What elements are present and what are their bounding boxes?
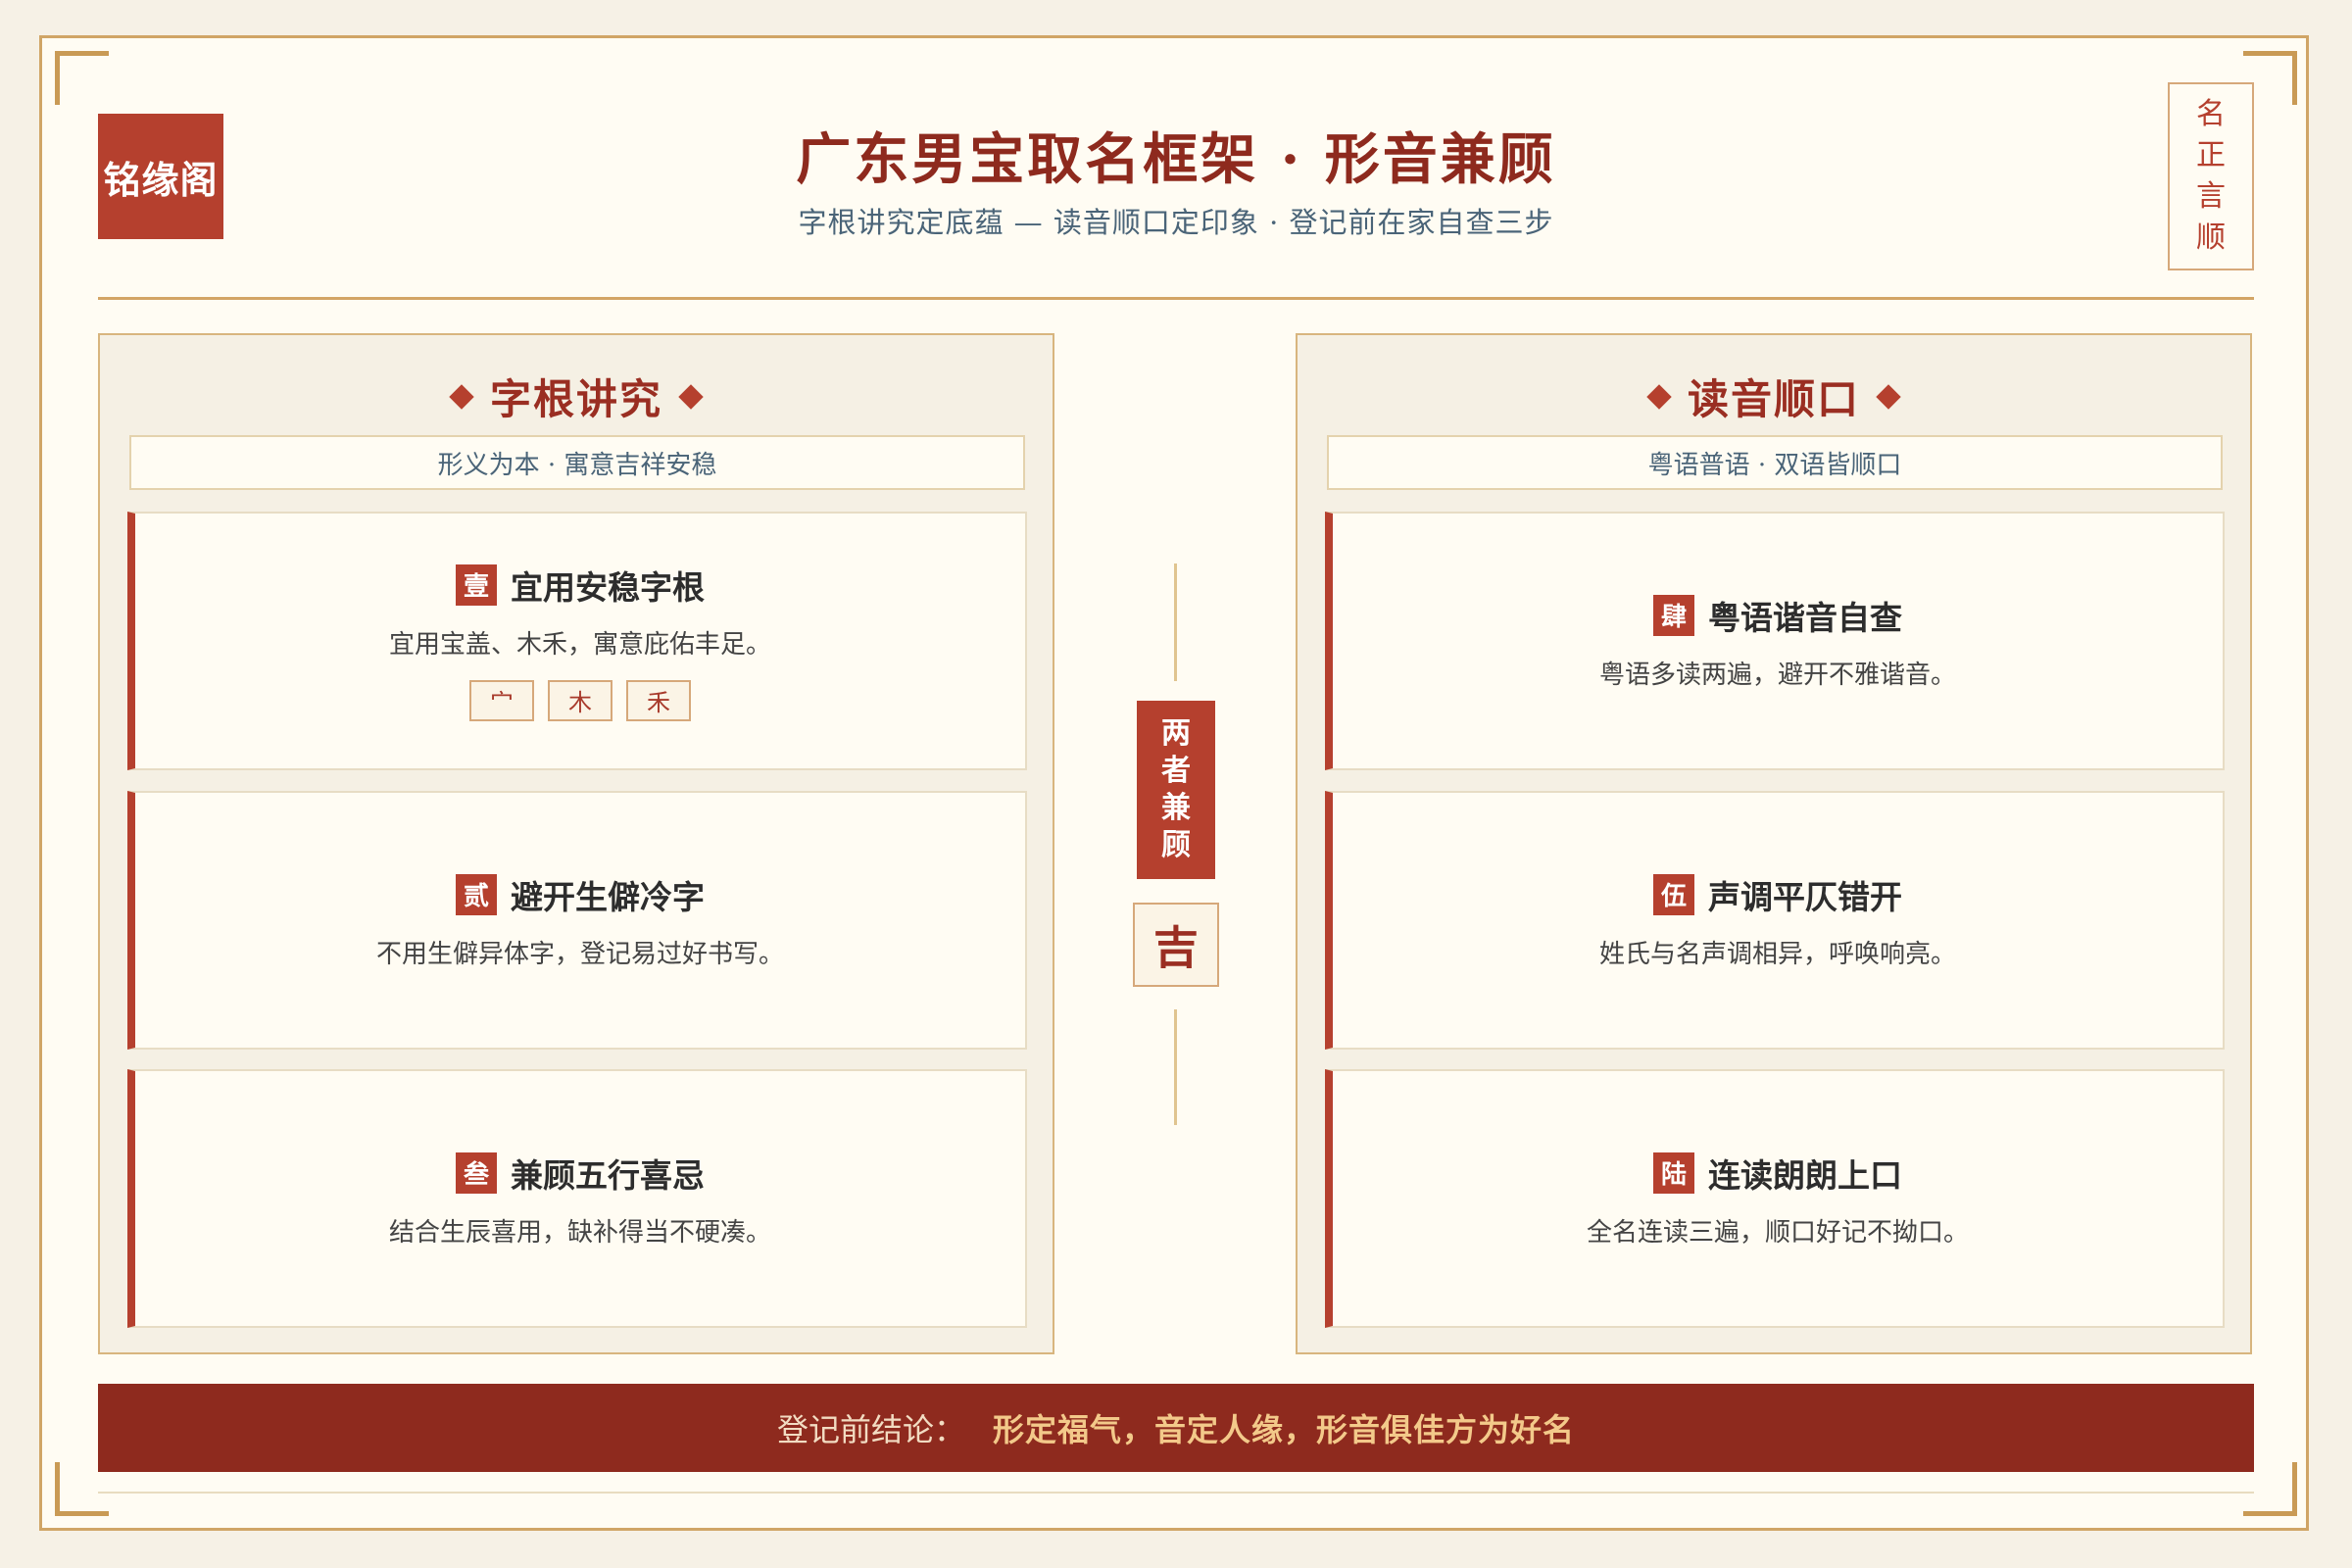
conclusion-text: 形定福气，音定人缘，形音俱佳方为好名 [993, 1411, 1576, 1448]
tip-title: 宜用安稳字根 [511, 567, 705, 607]
radical-chip: 木 [548, 679, 612, 721]
page-subtitle: 字根讲究定底蕴 — 读音顺口定印象 · 登记前在家自查三步 [798, 206, 1554, 239]
tip-card-header: 壹 宜用安稳字根 [456, 562, 705, 609]
tip-number-badge: 伍 [1653, 873, 1694, 915]
connector-line-bottom [1174, 1009, 1177, 1125]
tip-description: 结合生辰喜用，缺补得当不硬凑。 [388, 1217, 771, 1248]
tip-title: 粤语谐音自查 [1708, 598, 1902, 637]
footer-divider [98, 1492, 2254, 1494]
radical-chip: 宀 [469, 679, 534, 721]
panel-zigen: 字根讲究 形义为本 · 寓意吉祥安稳 壹 宜用安稳字根 宜用宝盖、木禾，寓意庇佑… [98, 333, 1054, 1354]
panel-subtitle: 粤语普语 · 双语皆顺口 [1327, 435, 2223, 490]
tip-number-badge: 叁 [456, 1152, 497, 1194]
tip-title: 声调平仄错开 [1708, 877, 1902, 916]
tip-card: 壹 宜用安稳字根 宜用宝盖、木禾，寓意庇佑丰足。 宀 木 禾 [127, 512, 1027, 770]
ji-badge: 吉 [1133, 903, 1219, 987]
tip-title: 连读朗朗上口 [1708, 1155, 1902, 1195]
tip-description: 姓氏与名声调相异，呼唤响亮。 [1598, 939, 1956, 969]
tip-card-header: 伍 声调平仄错开 [1653, 871, 1902, 918]
tip-card-header: 贰 避开生僻冷字 [456, 871, 705, 918]
diamond-icon [449, 383, 474, 410]
radical-chips: 宀 木 禾 [469, 679, 691, 721]
page-title: 广东男宝取名框架 · 形音兼顾 [796, 127, 1556, 192]
tip-card: 肆 粤语谐音自查 粤语多读两遍，避开不雅谐音。 [1325, 512, 2225, 770]
connector-line-top [1174, 564, 1177, 681]
panel-duyin: 读音顺口 粤语普语 · 双语皆顺口 肆 粤语谐音自查 粤语多读两遍，避开不雅谐音… [1296, 333, 2252, 1354]
radical-chip: 禾 [626, 679, 691, 721]
tip-card: 伍 声调平仄错开 姓氏与名声调相异，呼唤响亮。 [1325, 791, 2225, 1050]
tip-card: 叁 兼顾五行喜忌 结合生辰喜用，缺补得当不硬凑。 [127, 1069, 1027, 1328]
center-char: 顾 [1161, 828, 1191, 862]
tip-card-header: 叁 兼顾五行喜忌 [456, 1150, 705, 1197]
corner-ornament-top-left [55, 51, 109, 105]
diamond-icon [1876, 383, 1901, 410]
tip-description: 粤语多读两遍，避开不雅谐音。 [1598, 660, 1956, 690]
tip-description: 全名连读三遍，顺口好记不拗口。 [1586, 1217, 1969, 1248]
tip-description: 不用生僻异体字，登记易过好书写。 [375, 939, 784, 969]
diamond-icon [1646, 383, 1672, 410]
tip-number-badge: 陆 [1653, 1152, 1694, 1194]
tip-number-badge: 壹 [456, 564, 497, 606]
center-label: 两 者 兼 顾 [1137, 701, 1215, 879]
tip-title: 兼顾五行喜忌 [511, 1155, 705, 1195]
panel-subtitle: 形义为本 · 寓意吉祥安稳 [129, 435, 1025, 490]
diamond-icon [678, 383, 704, 410]
conclusion-banner: 登记前结论： 形定福气，音定人缘，形音俱佳方为好名 [98, 1384, 2254, 1472]
header-divider [98, 297, 2254, 300]
tip-number-badge: 贰 [456, 873, 497, 915]
panel-title: 读音顺口 [1298, 367, 2250, 426]
panel-title-text: 读音顺口 [1687, 375, 1860, 423]
tip-card: 陆 连读朗朗上口 全名连读三遍，顺口好记不拗口。 [1325, 1069, 2225, 1328]
tip-number-badge: 肆 [1653, 594, 1694, 636]
tip-card-header: 陆 连读朗朗上口 [1653, 1150, 1902, 1197]
conclusion-label: 登记前结论： [776, 1411, 965, 1448]
tip-card-header: 肆 粤语谐音自查 [1653, 592, 1902, 639]
tip-title: 避开生僻冷字 [511, 877, 705, 916]
center-char: 两 [1161, 716, 1191, 751]
panel-title: 字根讲究 [100, 367, 1053, 426]
center-char: 兼 [1161, 791, 1191, 825]
tip-card: 贰 避开生僻冷字 不用生僻异体字，登记易过好书写。 [127, 791, 1027, 1050]
panel-title-text: 字根讲究 [489, 375, 662, 423]
center-char: 者 [1161, 754, 1191, 788]
tip-description: 宜用宝盖、木禾，寓意庇佑丰足。 [388, 629, 771, 660]
